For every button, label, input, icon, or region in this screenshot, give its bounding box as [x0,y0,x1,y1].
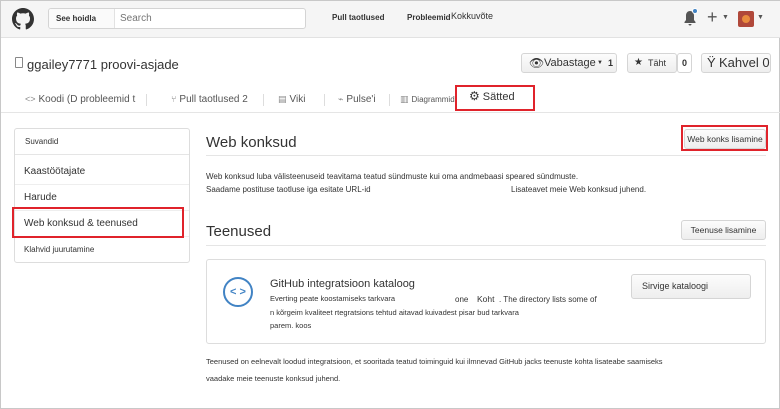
watch-button[interactable]: 👁 Vabastage ▼ 1 [521,53,617,73]
star-icon: ★ [634,57,643,68]
tab-graphs-label: Diagrammid [411,95,455,104]
divider [206,245,766,246]
star-label: Täht [648,58,667,68]
add-service-button[interactable]: Teenuse lisamine [681,220,766,240]
search-scope-label: See hoidla [49,9,115,28]
add-webhook-button[interactable]: Web konks lisamine [684,129,766,149]
card-description-line3: parem. koos [270,321,312,330]
fork-button[interactable]: Ÿ Kahvel 0 [701,53,771,73]
sidebar-item-collaborators[interactable]: Kaastöötajate [15,159,189,185]
webhooks-description-line2: Saadame postituse taotluse iga esitate U… [206,185,371,194]
services-footer-line1: Teenused on eelnevalt loodud integratsio… [206,357,663,366]
nav-pull-requests[interactable]: Pull taotlused [332,13,384,22]
card-description-line1d: . The directory lists some of [499,295,597,304]
fork-icon: Ÿ [707,55,716,70]
tab-pulse-label: Pulse'i [346,94,376,105]
card-description-line1b: one [455,295,469,304]
chevron-down-icon[interactable]: ▼ [722,14,729,21]
watch-count: 1 [608,58,614,68]
watch-label: Vabastage [544,57,596,69]
chevron-down-icon[interactable]: ▼ [757,14,764,21]
search-box[interactable]: See hoidla [48,8,306,29]
pulse-icon: ⌁ [338,94,344,104]
tab-graphs[interactable]: ▥ Diagrammid [400,86,455,113]
chevron-down-icon: ▼ [597,60,603,66]
tab-settings-label: Sätted [482,91,515,103]
tab-divider [324,94,325,106]
create-new-icon[interactable]: + [707,7,718,27]
tab-divider [389,94,390,106]
graph-icon: ▥ [400,94,409,104]
repo-tabs: <> Koodi (D probleemid t ⑂ Pull taotlused … [1,83,780,113]
sidebar-item-deploy-keys[interactable]: Klahvid juurutamine [15,237,189,263]
card-description-line2: n kõrgeim kvaliteet rtegratsions tehtud … [270,308,519,317]
gear-icon: ⚙ [469,89,480,103]
repo-icon [15,57,23,68]
code-icon: <> [25,94,36,104]
tab-settings[interactable]: ⚙ Sätted [469,83,515,110]
avatar[interactable] [738,11,754,27]
repo-title[interactable]: ggailey7771 proovi-asjade [27,57,179,72]
sidebar-item-webhooks[interactable]: Web konksud & teenused [15,211,189,237]
top-header: See hoidla Pull taotlused Probleemid Kok… [1,1,780,38]
tab-divider [263,94,264,106]
webhooks-guide-link[interactable]: Lisateavet meie Web konksud juhend. [511,185,646,194]
book-icon: ▤ [278,94,287,104]
sidebar-heading: Suvandid [15,129,189,155]
notification-indicator [692,8,698,14]
nav-issues[interactable]: Probleemid [407,13,451,22]
webhooks-description-line1: Web konksud luba välisteenuseid teavitam… [206,172,579,181]
star-button[interactable]: ★ Täht [627,53,677,73]
nav-gist[interactable]: Kokkuvõte [451,11,493,21]
tab-wiki[interactable]: ▤ Viki [278,86,305,113]
tab-code[interactable]: <> Koodi (D probleemid t [25,86,135,113]
tab-divider [146,94,147,106]
settings-sidebar: Suvandid Kaastöötajate Harude Web konksu… [14,128,190,263]
divider [206,155,766,156]
search-input[interactable] [116,9,304,28]
webhooks-title: Web konksud [206,134,297,151]
services-footer-line2: vaadake meie teenuste konksud juhend. [206,374,341,383]
card-description-line1a: Everting peate koostamiseks tarkvara [270,294,396,303]
eye-icon: 👁 [529,56,545,70]
github-logo-icon[interactable] [12,8,34,30]
browse-directory-button[interactable]: Sirvige kataloogi [631,274,751,299]
code-icon: < > [223,277,253,307]
star-count[interactable]: 0 [677,53,692,73]
tab-wiki-label: Viki [289,94,306,105]
tab-pulse[interactable]: ⌁ Pulse'i [338,86,376,113]
sidebar-item-branches[interactable]: Harude [15,185,189,211]
tab-pulls-label: Pull taotlused 2 [179,94,248,105]
pull-request-icon: ⑂ [171,94,177,104]
tab-pull-requests[interactable]: ⑂ Pull taotlused 2 [171,86,248,113]
integration-directory-card: < > GitHub integratsioon kataloog Everti… [206,259,766,344]
tab-code-label: Koodi (D probleemid t [38,94,136,105]
services-title: Teenused [206,223,272,240]
integration-directory-title[interactable]: GitHub integratsioon kataloog [270,278,415,290]
fork-label: Kahvel 0 [719,55,770,70]
card-description-line1c: Koht [477,294,495,304]
